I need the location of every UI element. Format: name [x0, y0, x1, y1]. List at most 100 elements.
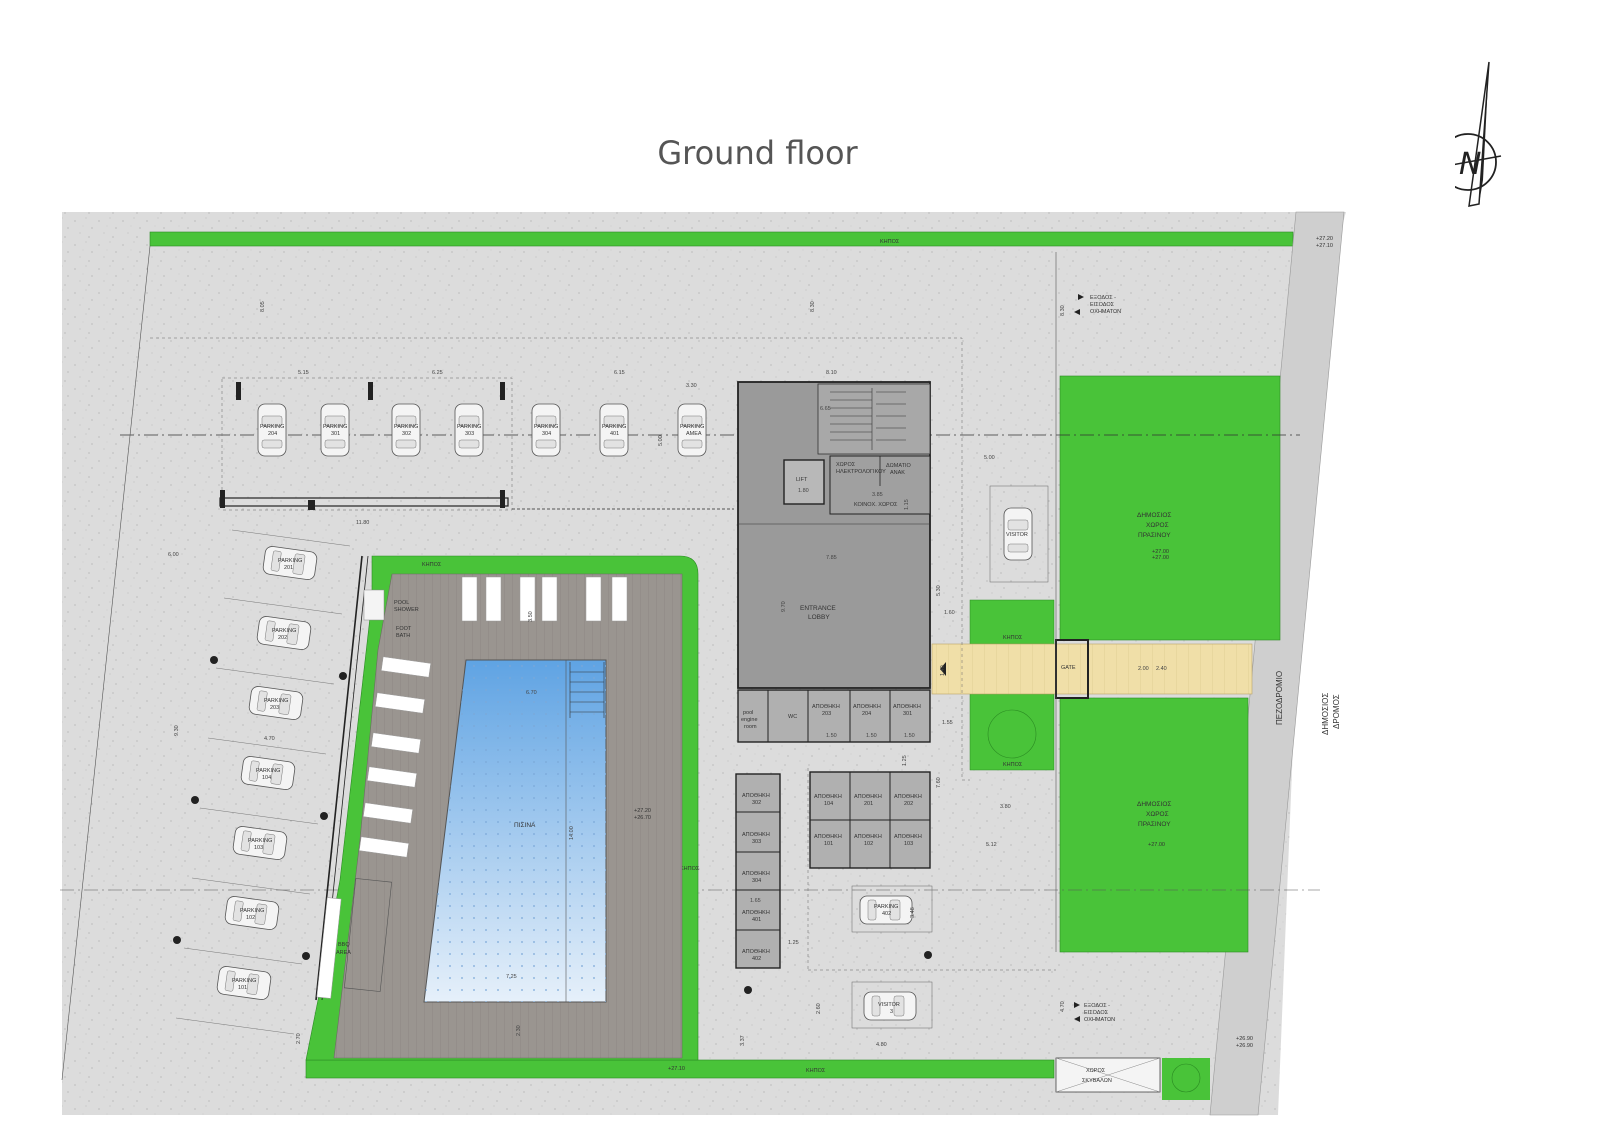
- dim-512: 5.12: [986, 842, 997, 848]
- parking-number: 101: [238, 985, 247, 991]
- exit-top-l1: ΕΞΟΔΟΣ -: [1090, 295, 1116, 301]
- sidewalk-label: ΠΕΖΟΔΡΟΜΙΟ: [1275, 671, 1284, 725]
- storage-room-number: 204: [862, 711, 871, 717]
- parking-space: PARKING: [394, 424, 418, 430]
- dim-670: 6.70: [526, 690, 537, 696]
- level-a-sub: +27.10: [1316, 243, 1333, 249]
- parking-number: 102: [246, 915, 255, 921]
- parking-number: 204: [268, 431, 277, 437]
- dim-140: 1.40: [940, 665, 946, 676]
- parking-space: PARKING: [534, 424, 558, 430]
- dim-805: 8.05: [260, 301, 266, 312]
- pool-shower-l2: SHOWER: [394, 607, 419, 613]
- public-green-bottom-l1: ΔΗΜΟΣΙΟΣ: [1137, 801, 1171, 808]
- storage-room-number: 104: [824, 801, 833, 807]
- exit-bottom-l3: ΟΧΗΜΑΤΩΝ: [1084, 1017, 1115, 1023]
- storage-room: ΑΠΟΘΗΚΗ: [742, 871, 770, 877]
- dim-1400: 14.00: [569, 826, 575, 840]
- bbq-l2: AREA: [336, 950, 351, 956]
- storage-room-number: 402: [752, 956, 761, 962]
- store-room-l1: ΔΩΜΑΤΙΟ: [886, 463, 912, 469]
- dim-385: 3.85: [872, 492, 883, 498]
- pool-garden-label: ΚΗΠΟΣ: [422, 562, 442, 568]
- dim-615: 6.15: [614, 370, 625, 376]
- electrical-room-l2: ΗΛΕΚΤΡΟΛΟΓΙΚΟΥ: [836, 469, 886, 475]
- top-garden-strip: [149, 231, 1294, 247]
- parking-space: PARKING: [323, 424, 347, 430]
- pool-engine-l3: room: [744, 724, 757, 730]
- ground-floor-plan: ΚΗΠΟΣ ΠΕΖΟΔΡΟΜΙΟ ΔΗΜΟΣΙΟΣ ΔΡΟΜΟΣ ΔΗΜΟΣΙΟ…: [60, 211, 1346, 1116]
- level-d: +27.10: [668, 1066, 685, 1072]
- storage-room: ΑΠΟΘΗΚΗ: [814, 834, 842, 840]
- dim-337: 3.37: [740, 1035, 746, 1046]
- dim-240: 2.40: [1156, 666, 1167, 672]
- storage-room-number: 101: [824, 841, 833, 847]
- dim-200: 2.00: [1138, 666, 1149, 672]
- dim-350: 3.50: [528, 611, 534, 622]
- parking-space: PARKING: [680, 424, 704, 430]
- parking-space: PARKING: [264, 698, 288, 704]
- pool-level: +27.20: [634, 808, 651, 814]
- public-green-top-l1: ΔΗΜΟΣΙΟΣ: [1137, 512, 1171, 519]
- bin-garden: [1162, 1058, 1210, 1100]
- level-a: +27.20: [1316, 236, 1333, 242]
- parking-402-l2: 402: [882, 911, 891, 917]
- public-green-top-l3: ΠΡΑΣΙΝΟΥ: [1138, 532, 1171, 539]
- storage-room-number: 401: [752, 917, 761, 923]
- storage-room: ΑΠΟΘΗΚΗ: [742, 910, 770, 916]
- storage-room-number: 302: [752, 800, 761, 806]
- parking-space: PARKING: [602, 424, 626, 430]
- visitor-3-l1: VISITOR: [878, 1002, 900, 1008]
- dim-160: 1.60: [944, 610, 955, 616]
- pool-garden-label-right: ΚΗΠΟΣ: [680, 866, 700, 872]
- dim-270: 2.70: [296, 1033, 302, 1044]
- parking-number: 202: [278, 635, 287, 641]
- level-c-sub: +26.90: [1236, 1043, 1253, 1049]
- common-space-label: ΚΟΙΝΟΧ. ΧΩΡΟΣ: [854, 502, 898, 508]
- parking-space: PARKING: [457, 424, 481, 430]
- dim-760: 7.60: [936, 777, 942, 788]
- dim-155: 1.55: [942, 720, 953, 726]
- dim-330: 3.30: [686, 383, 697, 389]
- dim-470b: 4.70: [1060, 1001, 1066, 1012]
- parking-number: 203: [270, 705, 279, 711]
- level-b2: +27.00: [1148, 842, 1165, 848]
- exit-top-l3: ΟΧΗΜΑΤΩΝ: [1090, 309, 1121, 315]
- parking-number: ΑΜΕΑ: [686, 431, 702, 437]
- dim-165: 1.65: [750, 898, 761, 904]
- storage-room: ΑΠΟΘΗΚΗ: [854, 794, 882, 800]
- road-label-1: ΔΗΜΟΣΙΟΣ: [1321, 693, 1330, 735]
- storage-room: ΑΠΟΘΗΚΗ: [742, 949, 770, 955]
- dim-810: 8.10: [826, 370, 837, 376]
- dim-600: 6.00: [168, 552, 179, 558]
- dim-1180: 11.80: [356, 520, 369, 526]
- dim-115: 1.15: [904, 499, 910, 510]
- foot-bath-l2: BATH: [396, 633, 410, 639]
- dim-150b: 1.50: [866, 733, 877, 739]
- dim-150c: 1.50: [904, 733, 915, 739]
- public-green-top-l2: ΧΩΡΟΣ: [1146, 522, 1169, 529]
- storage-room: ΑΠΟΘΗΚΗ: [742, 832, 770, 838]
- public-green-bottom-l2: ΧΩΡΟΣ: [1146, 811, 1169, 818]
- parking-402-l1: PARKING: [874, 904, 898, 910]
- parking-number: 302: [402, 431, 411, 437]
- public-green-top: [1059, 375, 1281, 641]
- parking-space: PARKING: [232, 978, 256, 984]
- pool-engine-l2: engine: [741, 717, 758, 723]
- parking-number: 201: [284, 565, 293, 571]
- dim-785: 7.85: [826, 555, 837, 561]
- level-b-sub: +27.00: [1152, 555, 1169, 561]
- storage-room-number: 304: [752, 878, 761, 884]
- storage-room-number: 201: [864, 801, 873, 807]
- dim-500: 5.00: [658, 435, 664, 446]
- parking-number: 301: [331, 431, 340, 437]
- gate-garden-bottom-label: ΚΗΠΟΣ: [1003, 762, 1023, 768]
- parking-space: PARKING: [248, 838, 272, 844]
- road-label-2: ΔΡΟΜΟΣ: [1332, 694, 1341, 729]
- visitor-3-l2: 3: [890, 1009, 893, 1015]
- pool-engine-l1: pool: [743, 710, 753, 716]
- bottom-garden-label: ΚΗΠΟΣ: [806, 1068, 826, 1074]
- entrance-lobby-l2: LOBBY: [808, 614, 830, 621]
- entrance-lobby-l1: ENTRANCE: [800, 605, 836, 612]
- dim-230: 2.30: [516, 1025, 522, 1036]
